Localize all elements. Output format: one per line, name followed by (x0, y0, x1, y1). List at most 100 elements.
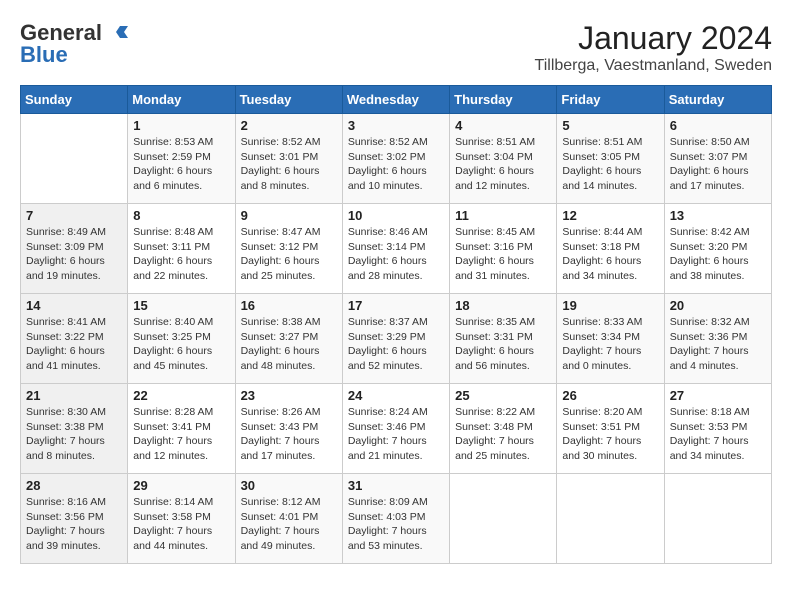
day-number: 7 (26, 208, 122, 223)
calendar-cell: 15 Sunrise: 8:40 AM Sunset: 3:25 PM Dayli… (128, 294, 235, 384)
calendar-cell: 24 Sunrise: 8:24 AM Sunset: 3:46 PM Dayli… (342, 384, 449, 474)
header-day-tuesday: Tuesday (235, 86, 342, 114)
day-info: Sunrise: 8:53 AM Sunset: 2:59 PM Dayligh… (133, 135, 229, 194)
header-day-monday: Monday (128, 86, 235, 114)
day-info: Sunrise: 8:42 AM Sunset: 3:20 PM Dayligh… (670, 225, 766, 284)
week-row-0: 1 Sunrise: 8:53 AM Sunset: 2:59 PM Daylig… (21, 114, 772, 204)
calendar-cell: 10 Sunrise: 8:46 AM Sunset: 3:14 PM Dayli… (342, 204, 449, 294)
day-number: 25 (455, 388, 551, 403)
day-number: 14 (26, 298, 122, 313)
calendar-cell: 26Sunrise: 8:20 AM Sunset: 3:51 PM Dayli… (557, 384, 664, 474)
logo-blue-text: Blue (20, 42, 128, 68)
header-row: SundayMondayTuesdayWednesdayThursdayFrid… (21, 86, 772, 114)
day-info: Sunrise: 8:16 AM Sunset: 3:56 PM Dayligh… (26, 495, 122, 554)
calendar-cell: 27Sunrise: 8:18 AM Sunset: 3:53 PM Dayli… (664, 384, 771, 474)
day-info: Sunrise: 8:12 AM Sunset: 4:01 PM Dayligh… (241, 495, 337, 554)
day-info: Sunrise: 8:41 AM Sunset: 3:22 PM Dayligh… (26, 315, 122, 374)
day-number: 1 (133, 118, 229, 133)
calendar-cell: 6Sunrise: 8:50 AM Sunset: 3:07 PM Daylig… (664, 114, 771, 204)
day-number: 8 (133, 208, 229, 223)
calendar-cell: 23 Sunrise: 8:26 AM Sunset: 3:43 PM Dayli… (235, 384, 342, 474)
day-number: 4 (455, 118, 551, 133)
day-info: Sunrise: 8:51 AM Sunset: 3:04 PM Dayligh… (455, 135, 551, 194)
calendar-cell: 4 Sunrise: 8:51 AM Sunset: 3:04 PM Daylig… (450, 114, 557, 204)
calendar-cell: 12 Sunrise: 8:44 AM Sunset: 3:18 PM Dayli… (557, 204, 664, 294)
calendar-cell (450, 474, 557, 564)
header-day-thursday: Thursday (450, 86, 557, 114)
logo-icon (106, 22, 128, 44)
day-info: Sunrise: 8:26 AM Sunset: 3:43 PM Dayligh… (241, 405, 337, 464)
calendar-cell: 30 Sunrise: 8:12 AM Sunset: 4:01 PM Dayli… (235, 474, 342, 564)
calendar-cell: 20Sunrise: 8:32 AM Sunset: 3:36 PM Dayli… (664, 294, 771, 384)
day-info: Sunrise: 8:18 AM Sunset: 3:53 PM Dayligh… (670, 405, 766, 464)
day-info: Sunrise: 8:52 AM Sunset: 3:01 PM Dayligh… (241, 135, 337, 194)
day-number: 15 (133, 298, 229, 313)
day-info: Sunrise: 8:35 AM Sunset: 3:31 PM Dayligh… (455, 315, 551, 374)
calendar-cell: 8 Sunrise: 8:48 AM Sunset: 3:11 PM Daylig… (128, 204, 235, 294)
day-number: 24 (348, 388, 444, 403)
day-info: Sunrise: 8:49 AM Sunset: 3:09 PM Dayligh… (26, 225, 122, 284)
month-title: January 2024 (535, 20, 772, 57)
day-number: 13 (670, 208, 766, 223)
day-info: Sunrise: 8:33 AM Sunset: 3:34 PM Dayligh… (562, 315, 658, 374)
day-info: Sunrise: 8:52 AM Sunset: 3:02 PM Dayligh… (348, 135, 444, 194)
day-info: Sunrise: 8:46 AM Sunset: 3:14 PM Dayligh… (348, 225, 444, 284)
calendar-cell: 19Sunrise: 8:33 AM Sunset: 3:34 PM Dayli… (557, 294, 664, 384)
calendar-cell: 18Sunrise: 8:35 AM Sunset: 3:31 PM Dayli… (450, 294, 557, 384)
day-info: Sunrise: 8:38 AM Sunset: 3:27 PM Dayligh… (241, 315, 337, 374)
day-info: Sunrise: 8:48 AM Sunset: 3:11 PM Dayligh… (133, 225, 229, 284)
calendar-cell: 2Sunrise: 8:52 AM Sunset: 3:01 PM Daylig… (235, 114, 342, 204)
calendar-cell: 22Sunrise: 8:28 AM Sunset: 3:41 PM Dayli… (128, 384, 235, 474)
calendar-cell: 17 Sunrise: 8:37 AM Sunset: 3:29 PM Dayli… (342, 294, 449, 384)
calendar-cell: 14 Sunrise: 8:41 AM Sunset: 3:22 PM Dayli… (21, 294, 128, 384)
calendar-cell (557, 474, 664, 564)
calendar-cell (664, 474, 771, 564)
day-number: 16 (241, 298, 337, 313)
calendar-cell (21, 114, 128, 204)
week-row-2: 14 Sunrise: 8:41 AM Sunset: 3:22 PM Dayli… (21, 294, 772, 384)
day-info: Sunrise: 8:14 AM Sunset: 3:58 PM Dayligh… (133, 495, 229, 554)
day-info: Sunrise: 8:24 AM Sunset: 3:46 PM Dayligh… (348, 405, 444, 464)
week-row-4: 28 Sunrise: 8:16 AM Sunset: 3:56 PM Dayli… (21, 474, 772, 564)
day-info: Sunrise: 8:47 AM Sunset: 3:12 PM Dayligh… (241, 225, 337, 284)
day-number: 30 (241, 478, 337, 493)
day-number: 31 (348, 478, 444, 493)
day-info: Sunrise: 8:37 AM Sunset: 3:29 PM Dayligh… (348, 315, 444, 374)
header: General Blue January 2024 Tillberga, Vae… (20, 20, 772, 75)
day-info: Sunrise: 8:40 AM Sunset: 3:25 PM Dayligh… (133, 315, 229, 374)
calendar-cell: 7 Sunrise: 8:49 AM Sunset: 3:09 PM Daylig… (21, 204, 128, 294)
day-number: 5 (562, 118, 658, 133)
day-number: 10 (348, 208, 444, 223)
calendar-cell: 3 Sunrise: 8:52 AM Sunset: 3:02 PM Daylig… (342, 114, 449, 204)
day-info: Sunrise: 8:44 AM Sunset: 3:18 PM Dayligh… (562, 225, 658, 284)
day-number: 28 (26, 478, 122, 493)
day-info: Sunrise: 8:28 AM Sunset: 3:41 PM Dayligh… (133, 405, 229, 464)
header-day-friday: Friday (557, 86, 664, 114)
day-number: 21 (26, 388, 122, 403)
calendar-cell: 31 Sunrise: 8:09 AM Sunset: 4:03 PM Dayli… (342, 474, 449, 564)
day-info: Sunrise: 8:51 AM Sunset: 3:05 PM Dayligh… (562, 135, 658, 194)
calendar-cell: 21Sunrise: 8:30 AM Sunset: 3:38 PM Dayli… (21, 384, 128, 474)
day-number: 3 (348, 118, 444, 133)
day-info: Sunrise: 8:09 AM Sunset: 4:03 PM Dayligh… (348, 495, 444, 554)
calendar-body: 1 Sunrise: 8:53 AM Sunset: 2:59 PM Daylig… (21, 114, 772, 564)
calendar-cell: 11 Sunrise: 8:45 AM Sunset: 3:16 PM Dayli… (450, 204, 557, 294)
day-info: Sunrise: 8:45 AM Sunset: 3:16 PM Dayligh… (455, 225, 551, 284)
day-number: 23 (241, 388, 337, 403)
header-day-sunday: Sunday (21, 86, 128, 114)
day-number: 11 (455, 208, 551, 223)
calendar-cell: 9 Sunrise: 8:47 AM Sunset: 3:12 PM Daylig… (235, 204, 342, 294)
day-number: 12 (562, 208, 658, 223)
calendar-cell: 13 Sunrise: 8:42 AM Sunset: 3:20 PM Dayli… (664, 204, 771, 294)
day-info: Sunrise: 8:22 AM Sunset: 3:48 PM Dayligh… (455, 405, 551, 464)
day-number: 17 (348, 298, 444, 313)
logo: General Blue (20, 20, 128, 68)
calendar-header: SundayMondayTuesdayWednesdayThursdayFrid… (21, 86, 772, 114)
day-number: 6 (670, 118, 766, 133)
calendar-table: SundayMondayTuesdayWednesdayThursdayFrid… (20, 85, 772, 564)
calendar-cell: 28 Sunrise: 8:16 AM Sunset: 3:56 PM Dayli… (21, 474, 128, 564)
calendar-cell: 25 Sunrise: 8:22 AM Sunset: 3:48 PM Dayli… (450, 384, 557, 474)
week-row-1: 7 Sunrise: 8:49 AM Sunset: 3:09 PM Daylig… (21, 204, 772, 294)
calendar-cell: 16 Sunrise: 8:38 AM Sunset: 3:27 PM Dayli… (235, 294, 342, 384)
day-number: 9 (241, 208, 337, 223)
